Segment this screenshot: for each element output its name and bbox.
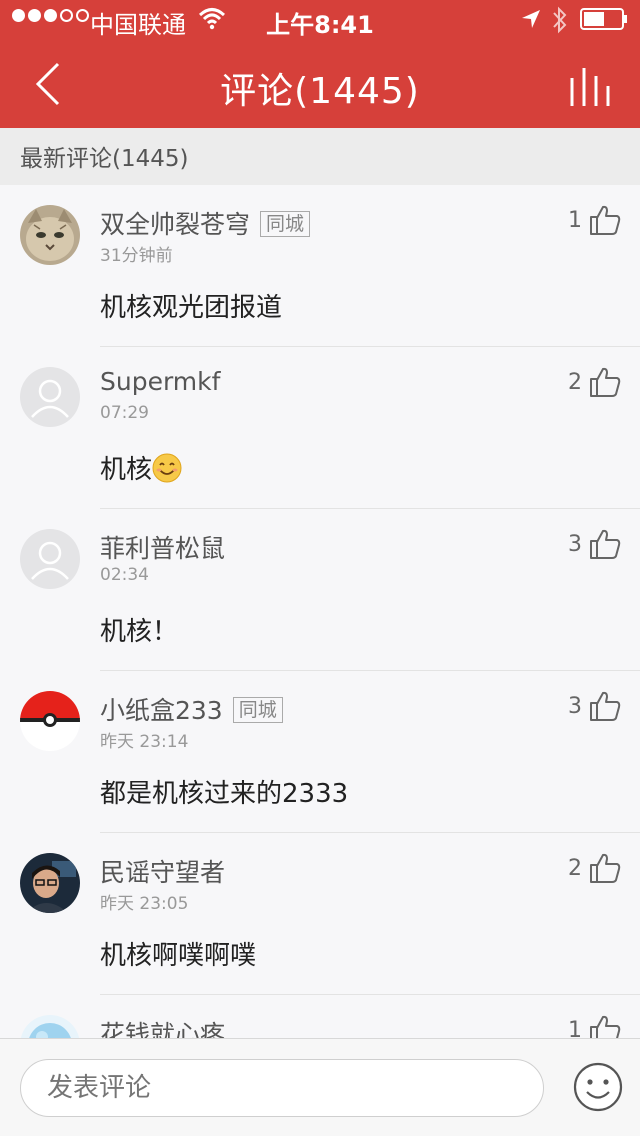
comment-item[interactable]: 双全帅裂苍穹 同城 31分钟前 机核观光团报道 1 [0, 185, 640, 347]
like-count: 1 [568, 1017, 582, 1039]
like-count: 3 [568, 693, 582, 719]
thumbs-up-icon [590, 691, 621, 721]
like-button[interactable]: 3 [568, 689, 622, 723]
like-button[interactable]: 1 [568, 203, 622, 237]
comment-text: 机核观光团报道 [100, 293, 283, 323]
comment-item[interactable]: 民谣守望者 昨天 23:05 机核啊噗啊噗 2 [0, 833, 640, 995]
local-tag: 同城 [232, 697, 283, 723]
commenter-name[interactable]: 小纸盒233 同城 [100, 691, 283, 727]
like-button[interactable]: 2 [568, 851, 622, 885]
photo-avatar[interactable] [20, 853, 80, 913]
comment-text: 机核啊噗啊噗 [100, 941, 257, 971]
like-count: 2 [568, 855, 582, 881]
location-arrow-icon [522, 10, 540, 28]
status-bar: 中国联通 上午8:41 [0, 0, 640, 40]
commenter-name[interactable]: Supermkf [100, 367, 220, 396]
bluetooth-icon [553, 6, 567, 34]
commenter-name-text[interactable]: Supermkf [100, 367, 220, 396]
cat-avatar[interactable] [20, 205, 80, 265]
battery-icon [580, 8, 627, 30]
commenter-name[interactable]: 双全帅裂苍穹 同城 [100, 205, 311, 241]
local-tag: 同城 [260, 211, 311, 237]
default-avatar[interactable] [20, 367, 80, 427]
like-button[interactable]: 1 [568, 1013, 622, 1038]
page-title: 评论(1445) [220, 71, 420, 112]
default-avatar[interactable] [20, 529, 80, 589]
commenter-name[interactable]: 花钱就心疼 [100, 1015, 225, 1038]
navigation-bar: 评论(1445) [0, 40, 640, 128]
bars-icon[interactable] [568, 64, 616, 108]
comment-item[interactable]: 菲利普松鼠 02:34 机核！ 3 [0, 509, 640, 671]
thumbs-up-icon [590, 529, 621, 559]
comment-time: 02:34 [100, 565, 149, 585]
like-count: 1 [568, 207, 582, 233]
comment-input[interactable] [20, 1059, 544, 1117]
pokeball-avatar[interactable] [20, 691, 80, 751]
commenter-name-text[interactable]: 菲利普松鼠 [100, 534, 225, 563]
comment-item[interactable]: 花钱就心疼 1 [0, 995, 640, 1038]
commenter-name-text[interactable]: 双全帅裂苍穹 [100, 210, 250, 239]
comment-item[interactable]: Supermkf 07:29 机核 2 [0, 347, 640, 509]
comment-time: 31分钟前 [100, 246, 173, 266]
like-count: 2 [568, 369, 582, 395]
comment-compose-bar [0, 1038, 640, 1136]
comment-time: 07:29 [100, 403, 149, 423]
comment-text-wrap: 机核 [100, 449, 182, 486]
comment-item[interactable]: 小纸盒233 同城 昨天 23:14 都是机核过来的2333 3 [0, 671, 640, 833]
thumbs-up-icon [590, 367, 621, 397]
comment-text: 机核 [100, 455, 153, 485]
commenter-name-text[interactable]: 民谣守望者 [100, 858, 225, 887]
commenter-name[interactable]: 菲利普松鼠 [100, 529, 225, 565]
thumbs-up-icon [590, 1015, 621, 1038]
like-button[interactable]: 3 [568, 527, 622, 561]
thumbs-up-icon [590, 853, 621, 883]
comment-text: 机核！ [100, 617, 179, 647]
comment-time: 昨天 23:05 [100, 894, 189, 914]
comment-text: 都是机核过来的2333 [100, 779, 349, 809]
like-button[interactable]: 2 [568, 365, 622, 399]
commenter-name[interactable]: 民谣守望者 [100, 853, 225, 889]
comment-time: 昨天 23:14 [100, 732, 189, 752]
commenter-name-text[interactable]: 小纸盒233 [100, 696, 223, 725]
status-time: 上午8:41 [266, 11, 374, 39]
like-count: 3 [568, 531, 582, 557]
smiley-icon[interactable] [572, 1061, 624, 1113]
top-bar: 中国联通 上午8:41 评论(1445) [0, 0, 640, 128]
thumbs-up-icon [590, 205, 621, 235]
commenter-name-text[interactable]: 花钱就心疼 [100, 1020, 225, 1038]
smile-emoji-icon [152, 453, 182, 483]
blue-avatar[interactable] [20, 1015, 80, 1038]
section-header: 最新评论(1445) [0, 128, 640, 185]
comment-list[interactable]: 双全帅裂苍穹 同城 31分钟前 机核观光团报道 1 Supermkf 07:29 … [0, 185, 640, 1038]
